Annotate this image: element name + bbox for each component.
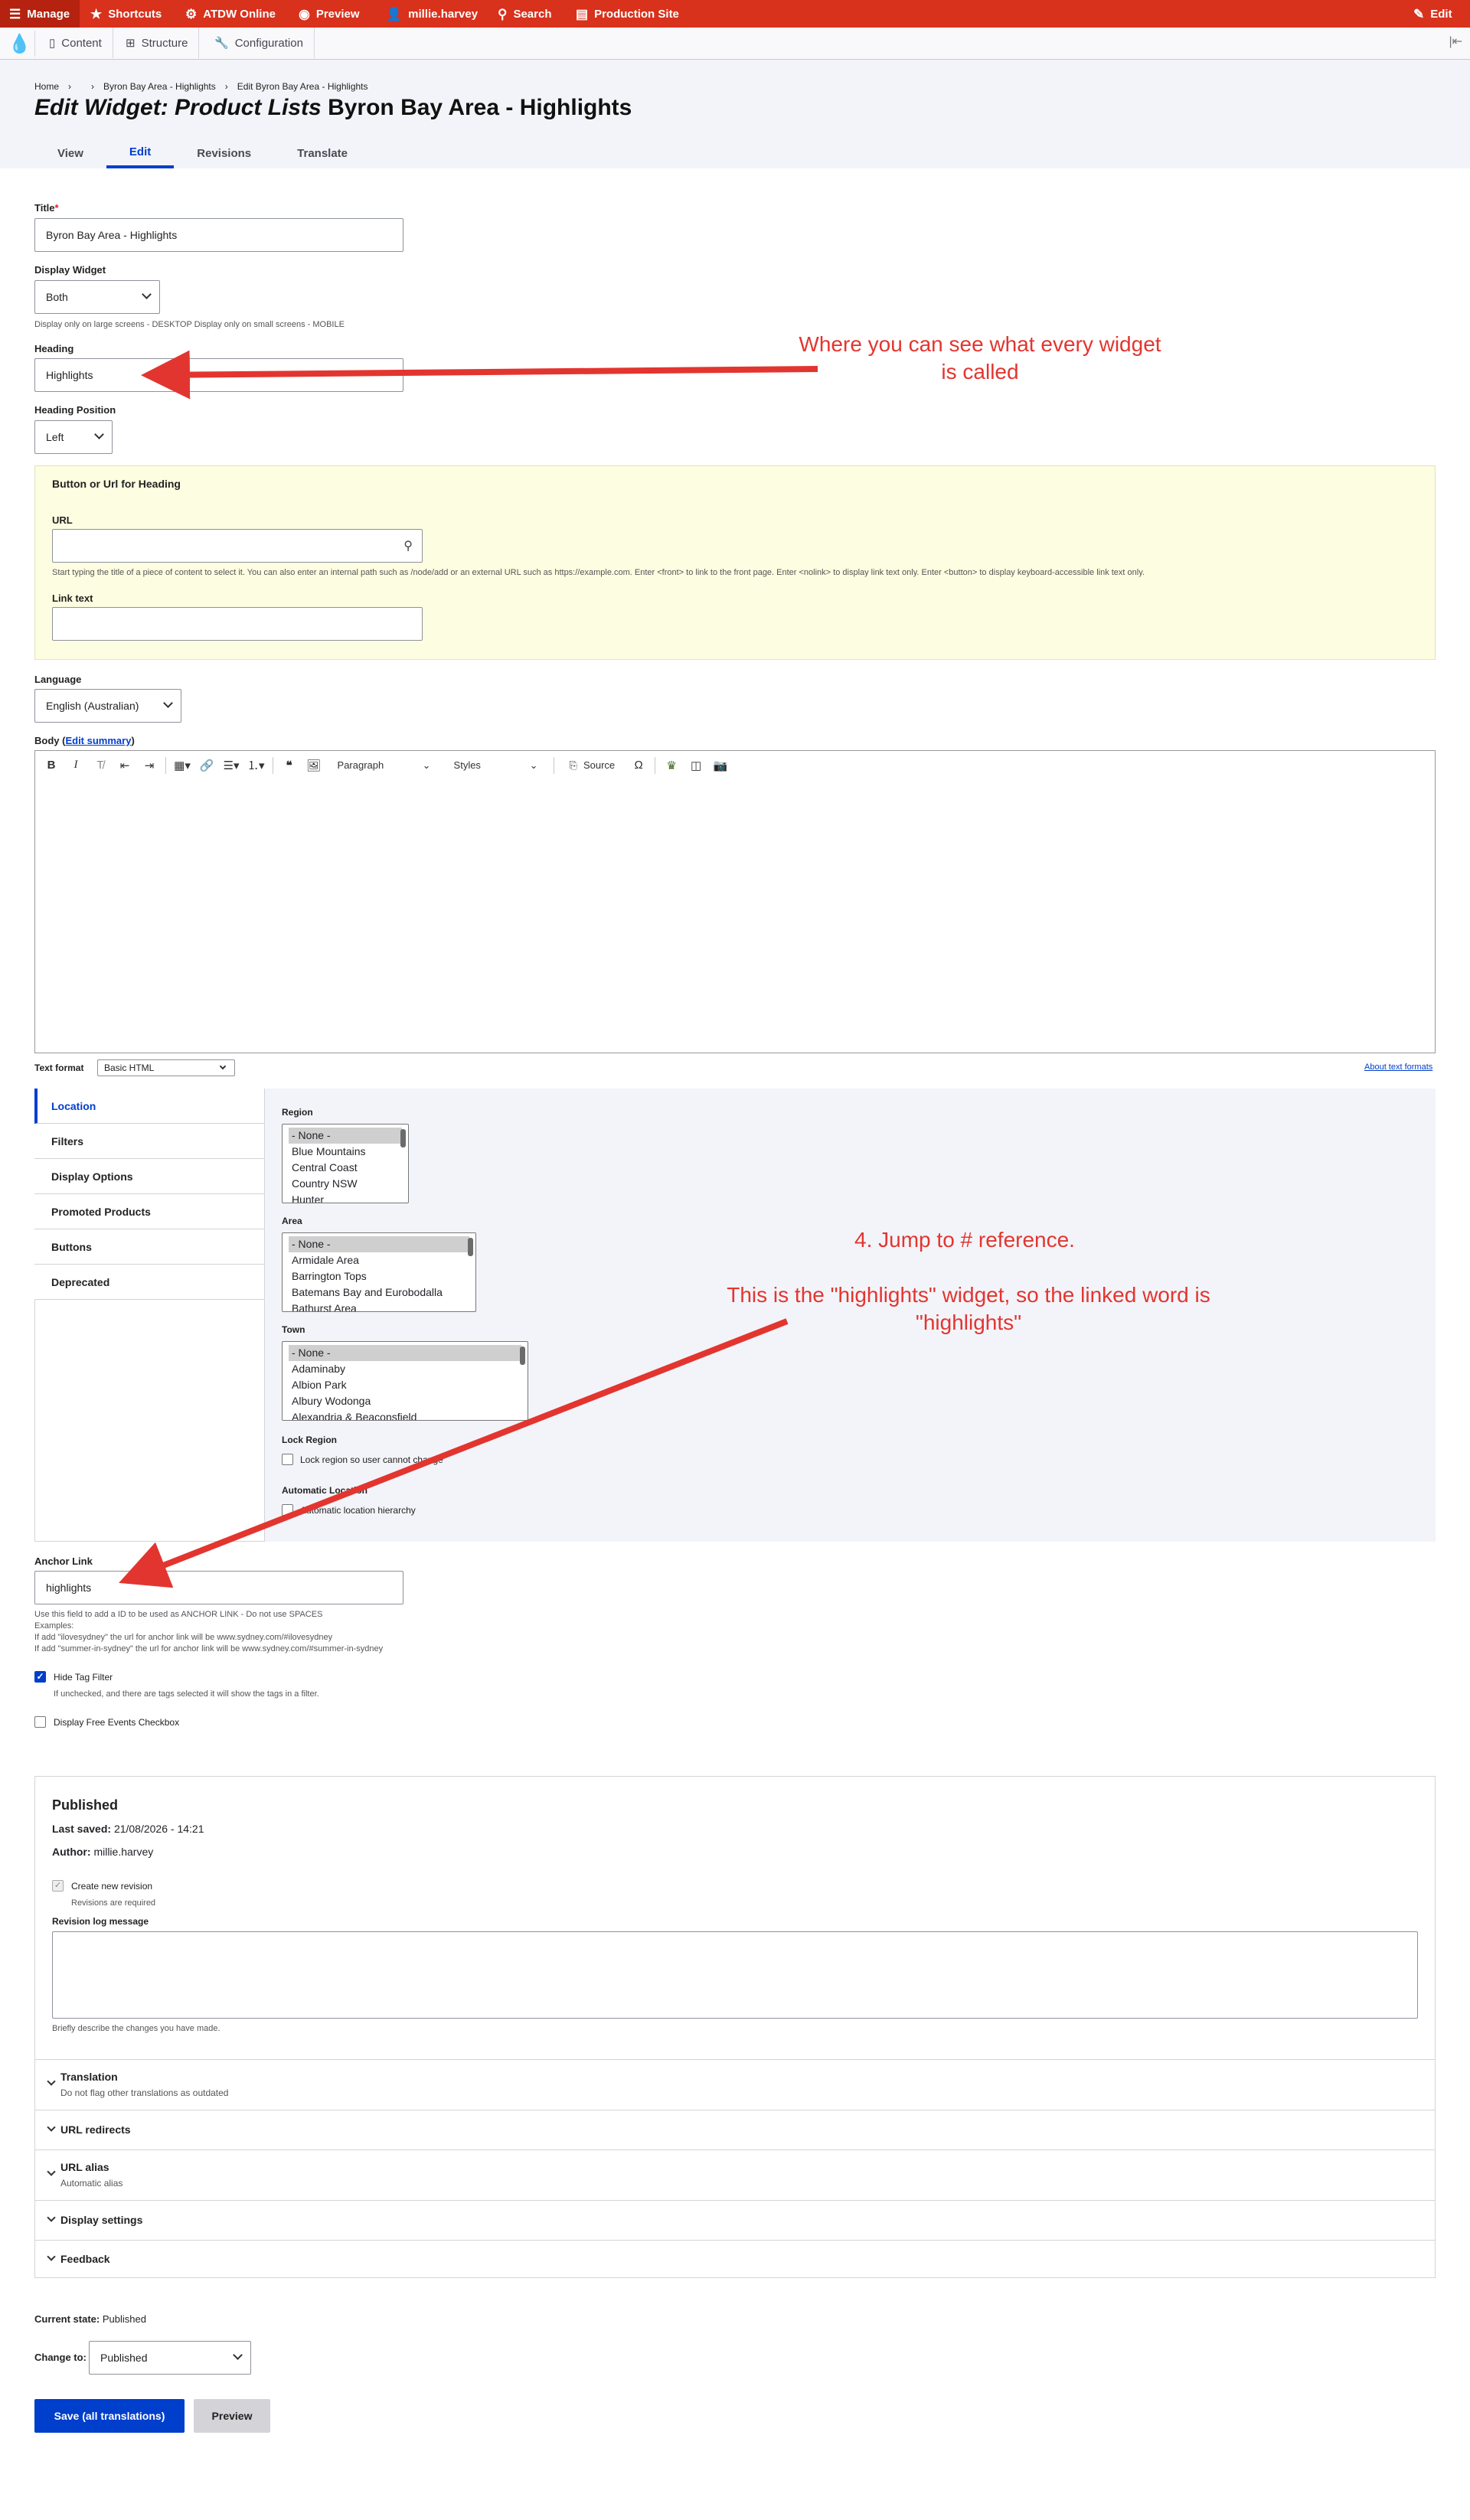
annotation-arrows	[119, 350, 818, 1588]
annotation-highlights-note: This is the "highlights" widget, so the …	[727, 1283, 1210, 1334]
arrow-to-anchor	[119, 1318, 789, 1588]
annotation-heading-note: Where you can see what every widget is c…	[799, 332, 1161, 384]
annotation-jump-note: 4. Jump to # reference.	[854, 1228, 1075, 1252]
arrow-to-heading	[141, 350, 818, 400]
